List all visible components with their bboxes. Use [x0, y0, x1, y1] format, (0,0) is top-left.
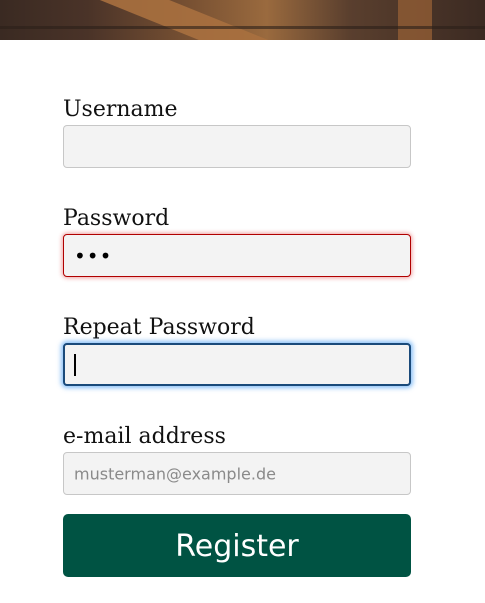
- register-button[interactable]: Register: [63, 514, 411, 577]
- email-group: e-mail address musterman@example.de: [63, 422, 411, 495]
- email-placeholder: musterman@example.de: [74, 464, 276, 483]
- password-group: Password •••: [63, 204, 411, 277]
- username-label: Username: [63, 97, 178, 122]
- repeat-password-group: Repeat Password: [63, 313, 411, 386]
- banner-wood-beam: [85, 0, 299, 40]
- password-label: Password: [63, 206, 170, 231]
- header-banner-image: [0, 0, 485, 40]
- banner-wood-post: [398, 0, 432, 40]
- username-group: Username: [63, 95, 411, 168]
- registration-form: Username Password ••• Repeat Password e-…: [63, 95, 411, 577]
- text-caret: [74, 354, 76, 376]
- password-masked-value: •••: [74, 243, 113, 268]
- repeat-password-input[interactable]: [63, 343, 411, 386]
- password-input[interactable]: •••: [63, 234, 411, 277]
- banner-wood-edge: [0, 26, 485, 29]
- email-input[interactable]: musterman@example.de: [63, 452, 411, 495]
- username-input[interactable]: [63, 125, 411, 168]
- repeat-password-label: Repeat Password: [63, 315, 255, 340]
- email-label: e-mail address: [63, 424, 226, 449]
